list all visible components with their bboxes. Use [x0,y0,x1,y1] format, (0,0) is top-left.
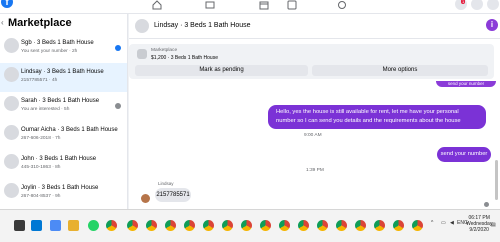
listing-thumbnail[interactable] [137,49,147,59]
read-receipt-avatar [115,103,121,109]
chrome-icon[interactable] [106,220,117,231]
conversation-item[interactable]: Joylin · 3 Beds 1 Bath House 267-804-853… [0,179,127,208]
conversation-name: Lindsay · 3 Beds 1 Bath House [21,69,104,75]
notifications-bell-icon[interactable] [471,0,483,10]
groups-icon[interactable] [285,0,299,10]
conversation-preview: 267-606-2018 · 7h [21,136,61,141]
marketplace-sidebar: ‹ Marketplace Sgb · 3 Beds 1 Bath House … [0,14,128,209]
avatar [4,67,19,82]
message-bubble-outgoing: send your number [437,147,491,162]
conversation-name: Joylin · 3 Beds 1 Bath House [21,185,99,191]
listing-label: Marketplace [151,48,178,53]
message-bubble-outgoing: send your number [436,81,496,87]
chat-title[interactable]: Lindsay · 3 Beds 1 Bath House [154,22,251,29]
file-explorer-icon[interactable] [68,220,79,231]
conversation-preview: You sent your number · 2h [21,49,78,54]
search-icon[interactable] [14,220,25,231]
message-sender-name: Lindsay [158,181,174,186]
back-arrow-icon[interactable]: ‹ [1,18,4,27]
chrome-icon[interactable] [336,220,347,231]
message-timestamp: 1:39 PM [306,168,324,173]
chrome-icon[interactable] [355,220,366,231]
clock-date: 9/2/2020 [469,227,489,233]
docs-icon[interactable] [50,220,61,231]
taskbar-clock[interactable]: 06:17 PM Wednesday 9/2/2020 [466,215,492,233]
conversation-item[interactable]: Sgb · 3 Beds 1 Bath House You sent your … [0,34,127,63]
read-receipt-avatar [115,45,121,51]
watch-icon[interactable] [203,0,217,10]
notification-center-icon[interactable]: ▤ [491,222,496,228]
conversation-item[interactable]: Sarah · 3 Beds 1 Bath House You are inte… [0,92,127,121]
facebook-logo-icon[interactable]: f [1,0,13,8]
sidebar-title: Marketplace [8,17,72,29]
conversation-preview: 445-310-1863 · 8h [21,165,61,170]
tray-chevron-icon[interactable]: ^ [431,220,433,226]
volume-icon[interactable]: ◀ [450,220,454,226]
chrome-icon[interactable] [393,220,404,231]
network-icon[interactable]: ▭ [441,220,446,226]
conversation-item-active[interactable]: Lindsay · 3 Beds 1 Bath House 2157785571… [0,63,127,92]
message-bubble-incoming: 2157785571 [155,188,191,202]
listing-card: Marketplace $1,200 · 3 Beds 1 Bath House… [129,44,494,79]
chrome-icon[interactable] [184,220,195,231]
conversation-preview: 267-804-8537 · 9h [21,194,61,199]
chrome-icon[interactable] [279,220,290,231]
conversation-preview: 2157785571 · 4h [21,78,58,83]
chrome-icon[interactable] [146,220,157,231]
avatar [4,96,19,111]
avatar [4,183,19,198]
chat-header: Lindsay · 3 Beds 1 Bath House i [129,14,500,39]
marketplace-icon[interactable] [257,0,271,10]
conversation-name: Oumar Aicha · 3 Beds 1 Bath House [21,127,118,133]
scrollbar[interactable] [495,160,498,200]
home-icon[interactable] [150,0,164,10]
chrome-icon[interactable] [127,220,138,231]
info-icon[interactable]: i [486,19,498,31]
chrome-icon[interactable] [222,220,233,231]
chrome-icon[interactable] [203,220,214,231]
avatar [4,38,19,53]
avatar[interactable] [135,19,149,33]
mark-as-pending-button[interactable]: Mark as pending [135,65,308,76]
account-menu-icon[interactable] [487,0,499,10]
conversation-name: Sarah · 3 Beds 1 Bath House [21,98,100,104]
conversation-name: John · 3 Beds 1 Bath House [21,156,97,162]
conversation-name: Sgb · 3 Beds 1 Bath House [21,40,94,46]
whatsapp-icon[interactable] [88,220,99,231]
chrome-icon[interactable] [165,220,176,231]
seen-receipt-avatar [484,202,489,207]
avatar [4,125,19,140]
sender-avatar [141,194,150,203]
outlook-icon[interactable] [31,220,42,231]
more-options-button[interactable]: More options [312,65,488,76]
top-navigation: f 1 [0,0,500,14]
conversation-item[interactable]: John · 3 Beds 1 Bath House 445-310-1863 … [0,150,127,179]
avatar [4,154,19,169]
message-timestamp: 9:00 AM [304,133,322,138]
conversation-item[interactable]: Oumar Aicha · 3 Beds 1 Bath House 267-60… [0,121,127,150]
chrome-icon[interactable] [317,220,328,231]
windows-taskbar: ^ ▭ ◀ ENG 06:17 PM Wednesday 9/2/2020 ▤ [0,209,500,242]
chrome-icon[interactable] [374,220,385,231]
listing-price[interactable]: $1,200 · 3 Beds 1 Bath House [151,55,218,61]
chrome-icon[interactable] [412,220,423,231]
gaming-icon[interactable] [335,0,349,10]
conversation-preview: You are interested · 5h [21,107,70,112]
chrome-icon[interactable] [260,220,271,231]
message-bubble-outgoing: Hello, yes the house is still available … [268,105,486,129]
chrome-icon[interactable] [298,220,309,231]
chrome-icon[interactable] [241,220,252,231]
